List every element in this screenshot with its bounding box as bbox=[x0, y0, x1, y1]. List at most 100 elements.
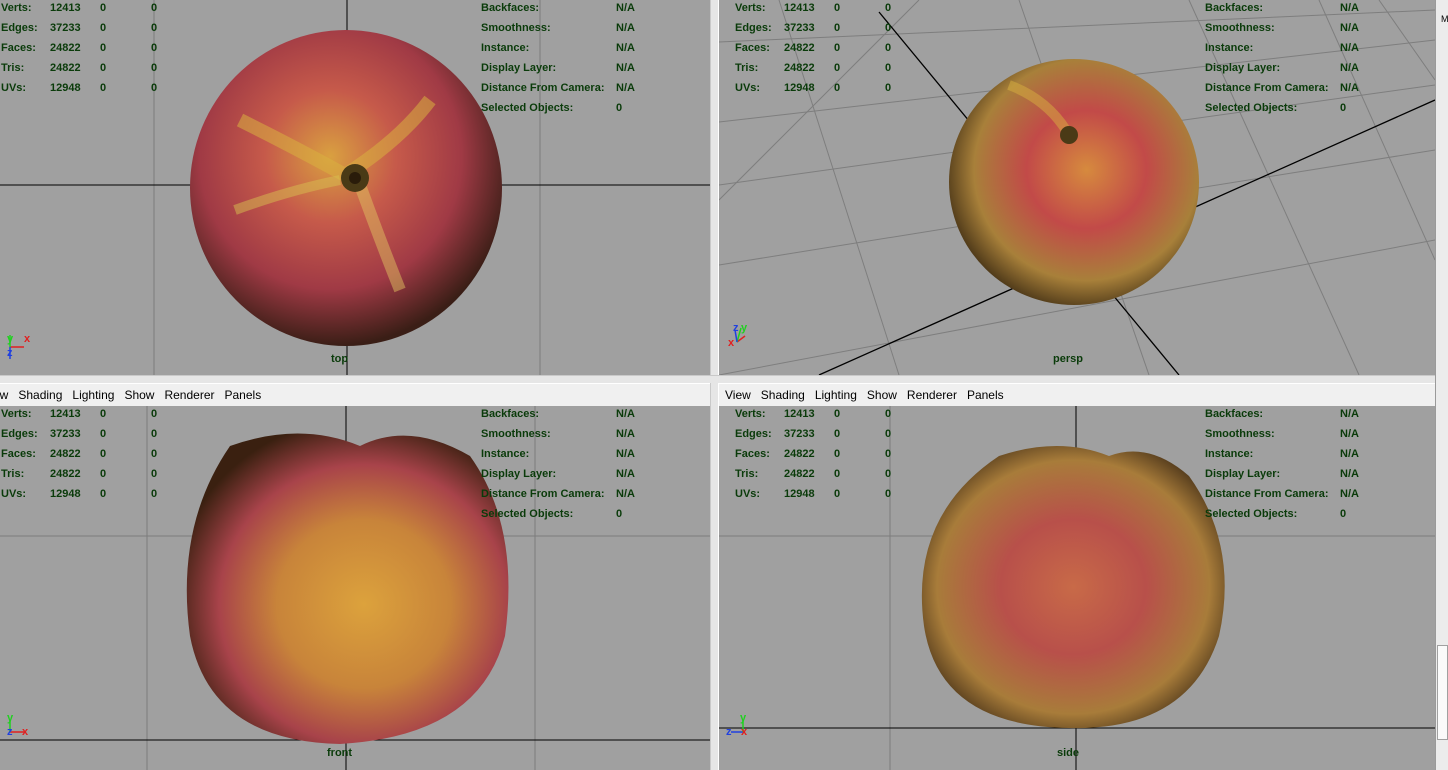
menu-panels[interactable]: Panels bbox=[962, 388, 1009, 402]
stat-label: Faces: bbox=[1, 42, 36, 54]
info-value: 0 bbox=[616, 508, 623, 520]
menu-lighting[interactable]: Lighting bbox=[810, 388, 862, 402]
stat-label: UVs: bbox=[735, 82, 761, 94]
info-label: Backfaces: bbox=[1205, 2, 1264, 14]
info-value: N/A bbox=[616, 2, 635, 14]
stat-selected: 0 bbox=[834, 42, 841, 54]
peach-model-side bbox=[921, 446, 1225, 729]
info-label: Instance: bbox=[481, 448, 530, 460]
stat-selected: 0 bbox=[834, 2, 841, 14]
info-label: Smoothness: bbox=[1205, 22, 1275, 34]
menu-view[interactable]: ew bbox=[0, 388, 13, 402]
viewport-side[interactable]: Verts: 12413 0 0 Edges: 37233 0 0 Faces: 24822 0 0 T… bbox=[719, 406, 1435, 770]
menu-panels[interactable]: Panels bbox=[220, 388, 267, 402]
stat-triangles: 0 bbox=[151, 82, 158, 94]
stat-total: 24822 bbox=[50, 42, 81, 54]
stat-label: UVs: bbox=[1, 82, 27, 94]
camera-label-front: front bbox=[327, 747, 353, 759]
stat-triangles: 0 bbox=[885, 2, 892, 14]
menu-renderer[interactable]: Renderer bbox=[159, 388, 219, 402]
stat-total: 12948 bbox=[784, 82, 815, 94]
info-label: Smoothness: bbox=[1205, 428, 1275, 440]
stat-triangles: 0 bbox=[885, 82, 892, 94]
persp-view-scene bbox=[719, 0, 1435, 375]
stat-total: 37233 bbox=[50, 22, 81, 34]
info-label: Selected Objects: bbox=[1205, 102, 1298, 114]
stat-selected: 0 bbox=[834, 62, 841, 74]
info-label: Selected Objects: bbox=[1205, 508, 1298, 520]
stat-total: 12948 bbox=[50, 488, 81, 500]
stat-label: Edges: bbox=[735, 22, 772, 34]
axis-x-label: x bbox=[24, 333, 31, 345]
stat-triangles: 0 bbox=[885, 488, 892, 500]
panel-splitter-vertical[interactable] bbox=[710, 0, 719, 770]
info-value: N/A bbox=[616, 428, 635, 440]
stat-selected: 0 bbox=[834, 468, 841, 480]
info-value: N/A bbox=[616, 468, 635, 480]
stat-triangles: 0 bbox=[885, 42, 892, 54]
info-label: Backfaces: bbox=[1205, 408, 1264, 420]
stat-selected: 0 bbox=[100, 488, 107, 500]
stat-selected: 0 bbox=[100, 408, 107, 420]
stat-label: Tris: bbox=[1, 62, 25, 74]
stat-total: 24822 bbox=[784, 42, 815, 54]
stat-label: Verts: bbox=[1, 2, 32, 14]
stat-label: UVs: bbox=[1, 488, 27, 500]
stat-total: 24822 bbox=[784, 62, 815, 74]
side-view-scene bbox=[719, 406, 1435, 770]
stat-label: UVs: bbox=[735, 488, 761, 500]
stat-total: 12413 bbox=[784, 2, 815, 14]
menu-lighting[interactable]: Lighting bbox=[67, 388, 119, 402]
menu-renderer[interactable]: Renderer bbox=[902, 388, 962, 402]
stat-selected: 0 bbox=[834, 428, 841, 440]
viewport-top[interactable]: Verts: 12413 0 0 Edges: 37233 0 0 Faces: 24822 0 0 T… bbox=[0, 0, 710, 375]
viewport-front[interactable]: Verts: 12413 0 0 Edges: 37233 0 0 Faces: 24822 0 0 T… bbox=[0, 406, 710, 770]
top-view-scene bbox=[0, 0, 710, 375]
info-value: 0 bbox=[1340, 102, 1347, 114]
menu-show[interactable]: Show bbox=[119, 388, 159, 402]
stat-total: 37233 bbox=[784, 428, 815, 440]
stat-selected: 0 bbox=[834, 82, 841, 94]
stat-selected: 0 bbox=[100, 82, 107, 94]
stat-label: Verts: bbox=[735, 408, 766, 420]
info-value: N/A bbox=[616, 22, 635, 34]
axis-z-label: z bbox=[726, 726, 732, 738]
menu-show[interactable]: Show bbox=[862, 388, 902, 402]
peach-model-persp bbox=[949, 59, 1199, 305]
stat-total: 12413 bbox=[50, 408, 81, 420]
info-value: N/A bbox=[1340, 468, 1359, 480]
axis-y-label: y bbox=[7, 333, 14, 345]
stat-selected: 0 bbox=[100, 428, 107, 440]
stat-total: 24822 bbox=[50, 468, 81, 480]
side-panel-scrollbox[interactable] bbox=[1437, 645, 1448, 740]
front-view-scene bbox=[0, 406, 710, 770]
info-label: Instance: bbox=[1205, 42, 1254, 54]
stat-label: Faces: bbox=[735, 448, 770, 460]
axis-y-label: y bbox=[7, 712, 14, 724]
info-label: Distance From Camera: bbox=[1205, 488, 1329, 500]
info-value: 0 bbox=[616, 102, 623, 114]
stat-triangles: 0 bbox=[151, 62, 158, 74]
stat-total: 24822 bbox=[50, 62, 81, 74]
menu-view[interactable]: View bbox=[720, 388, 756, 402]
axis-gizmo-persp: z y x bbox=[727, 322, 761, 352]
stat-triangles: 0 bbox=[151, 488, 158, 500]
stat-total: 24822 bbox=[50, 448, 81, 460]
menu-shading[interactable]: Shading bbox=[756, 388, 810, 402]
menu-shading[interactable]: Shading bbox=[13, 388, 67, 402]
stat-label: Edges: bbox=[1, 22, 38, 34]
info-value: N/A bbox=[1340, 42, 1359, 54]
info-value: N/A bbox=[616, 62, 635, 74]
stat-total: 12948 bbox=[50, 82, 81, 94]
stat-selected: 0 bbox=[100, 22, 107, 34]
stat-label: Edges: bbox=[1, 428, 38, 440]
info-label: Smoothness: bbox=[481, 22, 551, 34]
axis-z-label: z bbox=[733, 322, 739, 334]
peach-model-front bbox=[186, 433, 509, 744]
stat-label: Edges: bbox=[735, 428, 772, 440]
stat-selected: 0 bbox=[834, 408, 841, 420]
viewport-persp[interactable]: Verts: 12413 0 0 Edges: 37233 0 0 Faces: 24822 0 0 T… bbox=[719, 0, 1435, 375]
stat-selected: 0 bbox=[100, 468, 107, 480]
stat-triangles: 0 bbox=[885, 22, 892, 34]
panel-splitter-horizontal[interactable] bbox=[0, 375, 1435, 383]
